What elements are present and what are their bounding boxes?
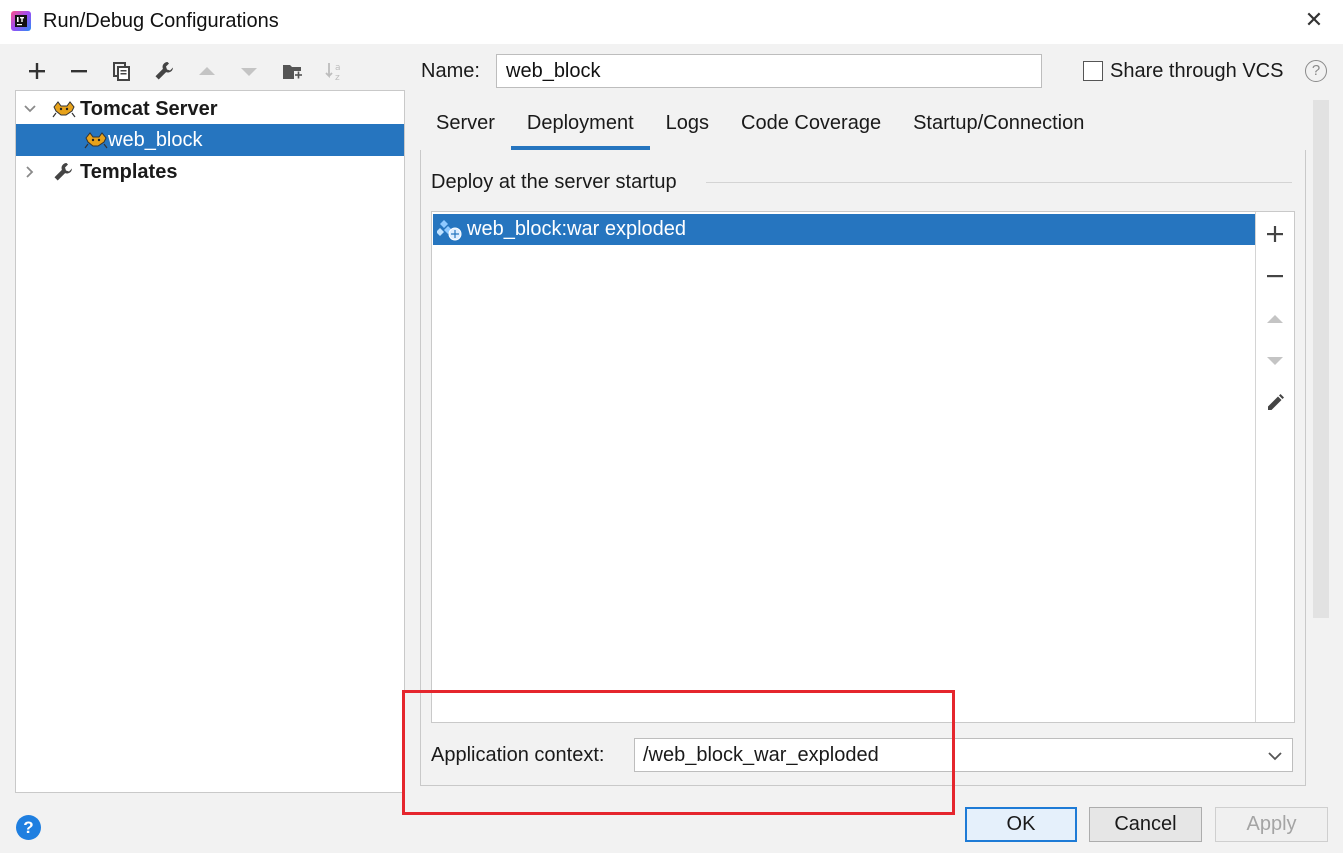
scrollbar[interactable]	[1313, 100, 1329, 618]
folder-add-icon[interactable]	[279, 58, 305, 84]
add-icon[interactable]	[1264, 223, 1286, 245]
artifact-label: web_block:war exploded	[467, 218, 687, 240]
svg-text:a: a	[335, 63, 341, 73]
tree-item-label: Templates	[80, 160, 178, 183]
svg-text:z: z	[335, 73, 340, 82]
help-icon[interactable]: ?	[1305, 60, 1327, 82]
tab-code-coverage[interactable]: Code Coverage	[725, 100, 897, 150]
apply-button: Apply	[1215, 807, 1328, 842]
wrench-icon	[52, 161, 76, 183]
config-tabs: Server Deployment Logs Code Coverage Sta…	[420, 100, 1100, 150]
move-up-icon	[1264, 308, 1286, 330]
copy-icon[interactable]	[109, 58, 135, 84]
remove-icon[interactable]	[66, 58, 92, 84]
move-down-icon	[1264, 350, 1286, 372]
tab-logs[interactable]: Logs	[650, 100, 725, 150]
tree-item-label: Tomcat Server	[80, 97, 218, 120]
ok-button[interactable]: OK	[965, 807, 1077, 842]
close-icon[interactable]: ✕	[1300, 6, 1328, 34]
name-input[interactable]	[496, 54, 1042, 88]
name-label: Name:	[421, 60, 480, 82]
highlight-annotation	[402, 690, 955, 815]
artifact-list[interactable]: web_block:war exploded	[431, 211, 1295, 723]
remove-icon[interactable]	[1264, 265, 1286, 287]
share-vcs-checkbox[interactable]	[1083, 61, 1103, 81]
move-up-icon	[194, 58, 220, 84]
tab-deployment[interactable]: Deployment	[510, 100, 650, 150]
tab-server[interactable]: Server	[420, 100, 511, 150]
list-item[interactable]: web_block:war exploded	[433, 214, 1255, 245]
section-title: Deploy at the server startup	[431, 171, 677, 193]
chevron-down-icon[interactable]	[22, 101, 38, 117]
tree-item-tomcat-server[interactable]: Tomcat Server	[16, 93, 404, 125]
window-title: Run/Debug Configurations	[43, 10, 279, 32]
sort-az-icon: az	[321, 58, 347, 84]
wrench-icon[interactable]	[151, 58, 177, 84]
tomcat-icon	[52, 99, 76, 119]
edit-icon[interactable]	[1264, 392, 1286, 414]
list-divider	[1255, 212, 1256, 722]
tree-item-label: web_block	[108, 128, 203, 151]
section-divider	[706, 182, 1292, 183]
cancel-button[interactable]: Cancel	[1089, 807, 1202, 842]
share-vcs-label[interactable]: Share through VCS	[1110, 60, 1283, 83]
tab-startup-connection[interactable]: Startup/Connection	[897, 100, 1100, 150]
add-icon[interactable]	[24, 58, 50, 84]
tree-item-templates[interactable]: Templates	[16, 156, 404, 188]
move-down-icon	[236, 58, 262, 84]
help-button[interactable]: ?	[16, 815, 41, 840]
artifact-icon	[437, 218, 463, 242]
chevron-right-icon[interactable]	[22, 164, 38, 180]
intellij-app-icon	[10, 10, 32, 32]
tree-item-web-block[interactable]: web_block	[16, 124, 404, 156]
configuration-tree[interactable]: Tomcat Server web_block Templates	[15, 90, 405, 793]
chevron-down-icon[interactable]	[1266, 747, 1284, 765]
tomcat-icon	[84, 130, 108, 150]
